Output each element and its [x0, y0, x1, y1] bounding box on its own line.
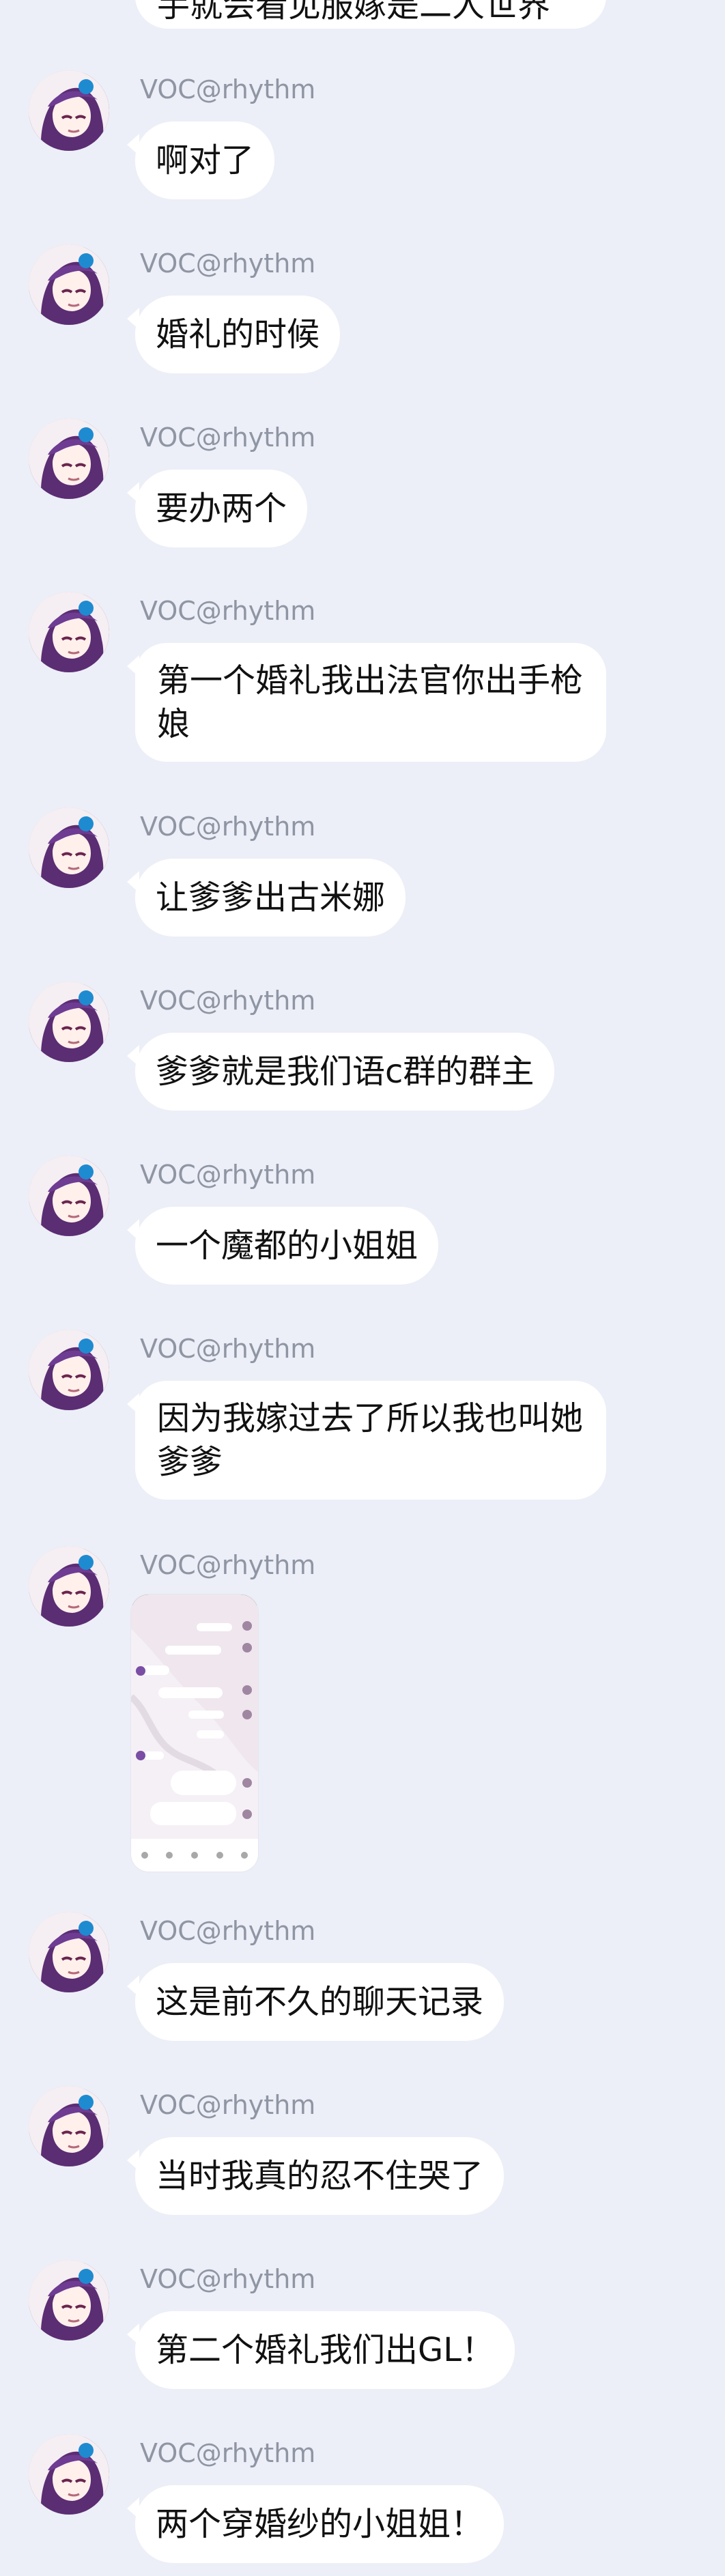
- sender-name: VOC@rhythm: [140, 2438, 316, 2468]
- sender-name: VOC@rhythm: [140, 596, 316, 626]
- avatar-icon: [29, 1546, 109, 1627]
- message-bubble[interactable]: 让爹爹出古米娜: [126, 859, 406, 936]
- partial-message-bubble: 手就会看见服嫁是二人世界: [135, 0, 606, 29]
- avatar-icon: [29, 244, 109, 325]
- message-bubble[interactable]: 要办两个: [126, 470, 308, 547]
- message-bubble[interactable]: 婚礼的时候: [126, 296, 341, 373]
- avatar[interactable]: [29, 1912, 109, 1992]
- avatar-icon: [29, 418, 109, 499]
- sender-name: VOC@rhythm: [140, 248, 316, 278]
- sender-name: VOC@rhythm: [140, 1916, 316, 1946]
- sender-name: VOC@rhythm: [140, 2264, 316, 2294]
- sender-name: VOC@rhythm: [140, 423, 316, 453]
- message-bubble[interactable]: 第二个婚礼我们出GL！: [127, 2311, 515, 2389]
- avatar-icon: [29, 2434, 109, 2515]
- avatar-icon: [29, 982, 109, 1062]
- avatar[interactable]: [29, 244, 109, 325]
- sender-name: VOC@rhythm: [140, 986, 316, 1016]
- avatar-icon: [29, 592, 109, 672]
- message-bubble[interactable]: 啊对了: [126, 121, 275, 199]
- message-bubble[interactable]: 当时我真的忍不住哭了: [126, 2137, 504, 2215]
- sender-name: VOC@rhythm: [140, 2090, 316, 2120]
- avatar-icon: [29, 807, 109, 888]
- message-image[interactable]: [131, 1594, 258, 1872]
- chat-screenshot-thumbnail: [131, 1594, 258, 1872]
- avatar[interactable]: [29, 2434, 109, 2515]
- sender-name: VOC@rhythm: [140, 1550, 316, 1580]
- message-bubble[interactable]: 两个穿婚纱的小姐姐！: [126, 2485, 504, 2563]
- avatar-icon: [29, 2260, 109, 2341]
- avatar[interactable]: [29, 1156, 109, 1236]
- avatar-icon: [29, 1912, 109, 1992]
- message-bubble[interactable]: 因为我嫁过去了所以我也叫她爹爹: [127, 1381, 606, 1500]
- message-bubble[interactable]: 爹爹就是我们语c群的群主: [126, 1033, 555, 1111]
- avatar[interactable]: [29, 2260, 109, 2341]
- avatar[interactable]: [29, 1330, 109, 1410]
- message-bubble[interactable]: 这是前不久的聊天记录: [126, 1963, 504, 2041]
- avatar[interactable]: [29, 1546, 109, 1627]
- avatar[interactable]: [29, 418, 109, 499]
- sender-name: VOC@rhythm: [140, 1160, 316, 1190]
- avatar[interactable]: [29, 807, 109, 888]
- avatar-icon: [29, 1330, 109, 1410]
- avatar[interactable]: [29, 982, 109, 1062]
- avatar-icon: [29, 70, 109, 151]
- sender-name: VOC@rhythm: [140, 1334, 316, 1364]
- avatar-icon: [29, 2086, 109, 2166]
- avatar[interactable]: [29, 70, 109, 151]
- sender-name: VOC@rhythm: [140, 812, 316, 842]
- chat-screen: 手就会看见服嫁是二人世界 VOC@rhythm 啊对了 VOC@rhythm 婚…: [0, 0, 725, 2576]
- avatar-icon: [29, 1156, 109, 1236]
- sender-name: VOC@rhythm: [140, 74, 316, 104]
- message-bubble[interactable]: 第一个婚礼我出法官你出手枪娘: [127, 643, 606, 762]
- message-bubble[interactable]: 一个魔都的小姐姐: [126, 1207, 439, 1285]
- avatar[interactable]: [29, 592, 109, 672]
- avatar[interactable]: [29, 2086, 109, 2166]
